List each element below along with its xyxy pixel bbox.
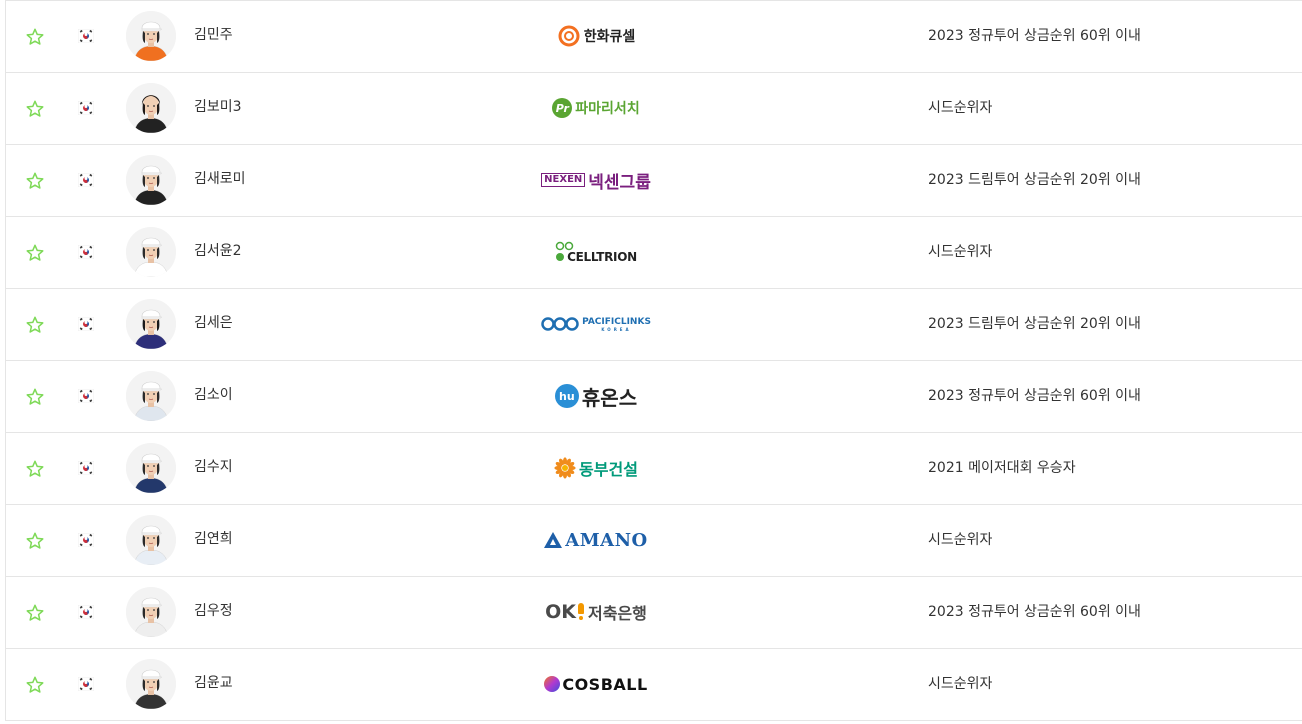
table-row[interactable]: 김세은 PACIFICLINKS KOREA 2023 드림투어 상금순위 20… — [5, 289, 1302, 361]
player-name[interactable]: 김우정 — [194, 602, 233, 620]
qualification-text: 시드순위자 — [928, 532, 993, 548]
qualification-text: 2023 드림투어 상금순위 20위 이내 — [928, 316, 1141, 332]
korea-flag-icon — [77, 604, 95, 620]
sponsor-logo[interactable]: PACIFICLINKS KOREA — [526, 301, 666, 347]
avatar[interactable] — [126, 83, 176, 133]
star-outline-icon[interactable] — [25, 27, 45, 47]
star-outline-icon[interactable] — [25, 531, 45, 551]
avatar[interactable] — [126, 155, 176, 205]
player-table: 김민주 한화큐셀 2023 정규투어 상금순위 60위 이내 김보미3 Pr 파… — [5, 0, 1302, 721]
star-outline-icon[interactable] — [25, 387, 45, 407]
avatar[interactable] — [126, 11, 176, 61]
ok-logo-icon: OK — [545, 601, 576, 623]
sponsor-name: AMANO — [565, 529, 648, 551]
korea-flag-icon — [77, 28, 95, 44]
player-name[interactable]: 김민주 — [194, 26, 233, 44]
sponsor-logo[interactable]: hu 휴온스 — [526, 373, 666, 419]
nexen-logo-icon: NEXEN — [541, 173, 586, 187]
hanwha-logo-icon — [557, 24, 581, 48]
sponsor-name: 한화큐셀 — [583, 29, 636, 45]
star-outline-icon[interactable] — [25, 315, 45, 335]
player-name[interactable]: 김수지 — [194, 458, 233, 476]
celltrion-logo-icon — [555, 241, 575, 263]
player-name[interactable]: 김세은 — [194, 314, 233, 332]
ok-exclamation-icon — [577, 603, 584, 621]
sponsor-name: 휴온스 — [581, 385, 638, 410]
korea-flag-icon — [77, 676, 95, 692]
star-outline-icon[interactable] — [25, 459, 45, 479]
avatar[interactable] — [126, 299, 176, 349]
pamari-logo-icon: Pr — [552, 98, 573, 118]
qualification-text: 시드순위자 — [928, 676, 993, 692]
player-name[interactable]: 김서윤2 — [194, 242, 242, 260]
sponsor-name: 넥센그룹 — [588, 172, 651, 193]
star-outline-icon[interactable] — [25, 603, 45, 623]
sponsor-name: PACIFICLINKS — [582, 316, 651, 327]
table-row[interactable]: 김연희 AMANO 시드순위자 — [5, 505, 1302, 577]
star-outline-icon[interactable] — [25, 171, 45, 191]
qualification-text: 2021 메이저대회 우승자 — [928, 460, 1076, 476]
star-outline-icon[interactable] — [25, 243, 45, 263]
qualification-text: 시드순위자 — [928, 244, 993, 260]
qualification-text: 2023 드림투어 상금순위 20위 이내 — [928, 172, 1141, 188]
korea-flag-icon — [77, 316, 95, 332]
table-row[interactable]: 김소이 hu 휴온스 2023 정규투어 상금순위 60위 이내 — [5, 361, 1302, 433]
amano-logo-icon — [544, 532, 563, 548]
star-outline-icon[interactable] — [25, 675, 45, 695]
sponsor-name: CELLTRION — [567, 250, 637, 264]
sponsor-logo[interactable]: AMANO — [526, 517, 666, 563]
sponsor-logo[interactable]: NEXEN 넥센그룹 — [526, 157, 666, 203]
sponsor-logo[interactable]: 동부건설 — [526, 445, 666, 491]
player-name[interactable]: 김새로미 — [194, 170, 246, 188]
sponsor-name: 동부건설 — [579, 460, 638, 479]
table-row[interactable]: 김수지 동부건설 2021 메이저대회 우승자 — [5, 433, 1302, 505]
korea-flag-icon — [77, 532, 95, 548]
sponsor-name: 파마리서치 — [575, 101, 640, 117]
korea-flag-icon — [77, 100, 95, 116]
table-row[interactable]: 김우정 OK 저축은행 2023 정규투어 상금순위 60위 이내 — [5, 577, 1302, 649]
table-row[interactable]: 김보미3 Pr 파마리서치 시드순위자 — [5, 73, 1302, 145]
korea-flag-icon — [77, 172, 95, 188]
sponsor-name: COSBALL — [562, 674, 648, 694]
table-row[interactable]: 김새로미 NEXEN 넥센그룹 2023 드림투어 상금순위 20위 이내 — [5, 145, 1302, 217]
player-name[interactable]: 김연희 — [194, 530, 233, 548]
korea-flag-icon — [77, 460, 95, 476]
sponsor-logo[interactable]: COSBALL — [526, 661, 666, 707]
sponsor-logo[interactable]: Pr 파마리서치 — [526, 85, 666, 131]
avatar[interactable] — [126, 587, 176, 637]
qualification-text: 2023 정규투어 상금순위 60위 이내 — [928, 28, 1141, 44]
korea-flag-icon — [77, 244, 95, 260]
table-row[interactable]: 김윤교 COSBALL 시드순위자 — [5, 649, 1302, 721]
star-outline-icon[interactable] — [25, 99, 45, 119]
avatar[interactable] — [126, 443, 176, 493]
sponsor-logo[interactable]: CELLTRION — [526, 229, 666, 275]
sponsor-subtext: KOREA — [601, 326, 632, 332]
avatar[interactable] — [126, 371, 176, 421]
table-row[interactable]: 김민주 한화큐셀 2023 정규투어 상금순위 60위 이내 — [5, 1, 1302, 73]
qualification-text: 2023 정규투어 상금순위 60위 이내 — [928, 388, 1141, 404]
qualification-text: 시드순위자 — [928, 100, 993, 116]
huons-logo-icon: hu — [554, 384, 579, 408]
table-row[interactable]: 김서윤2 CELLTRION 시드순위자 — [5, 217, 1302, 289]
player-name[interactable]: 김윤교 — [194, 674, 233, 692]
cosball-logo-icon — [544, 676, 561, 692]
player-name[interactable]: 김소이 — [194, 386, 233, 404]
sponsor-logo[interactable]: OK 저축은행 — [526, 589, 666, 635]
avatar[interactable] — [126, 227, 176, 277]
sponsor-name: 저축은행 — [587, 604, 647, 623]
avatar[interactable] — [126, 659, 176, 709]
dongbu-logo-icon — [554, 457, 576, 479]
pacific-links-logo-icon — [541, 317, 579, 331]
qualification-text: 2023 정규투어 상금순위 60위 이내 — [928, 604, 1141, 620]
player-name[interactable]: 김보미3 — [194, 98, 242, 116]
avatar[interactable] — [126, 515, 176, 565]
korea-flag-icon — [77, 388, 95, 404]
sponsor-logo[interactable]: 한화큐셀 — [526, 13, 666, 59]
